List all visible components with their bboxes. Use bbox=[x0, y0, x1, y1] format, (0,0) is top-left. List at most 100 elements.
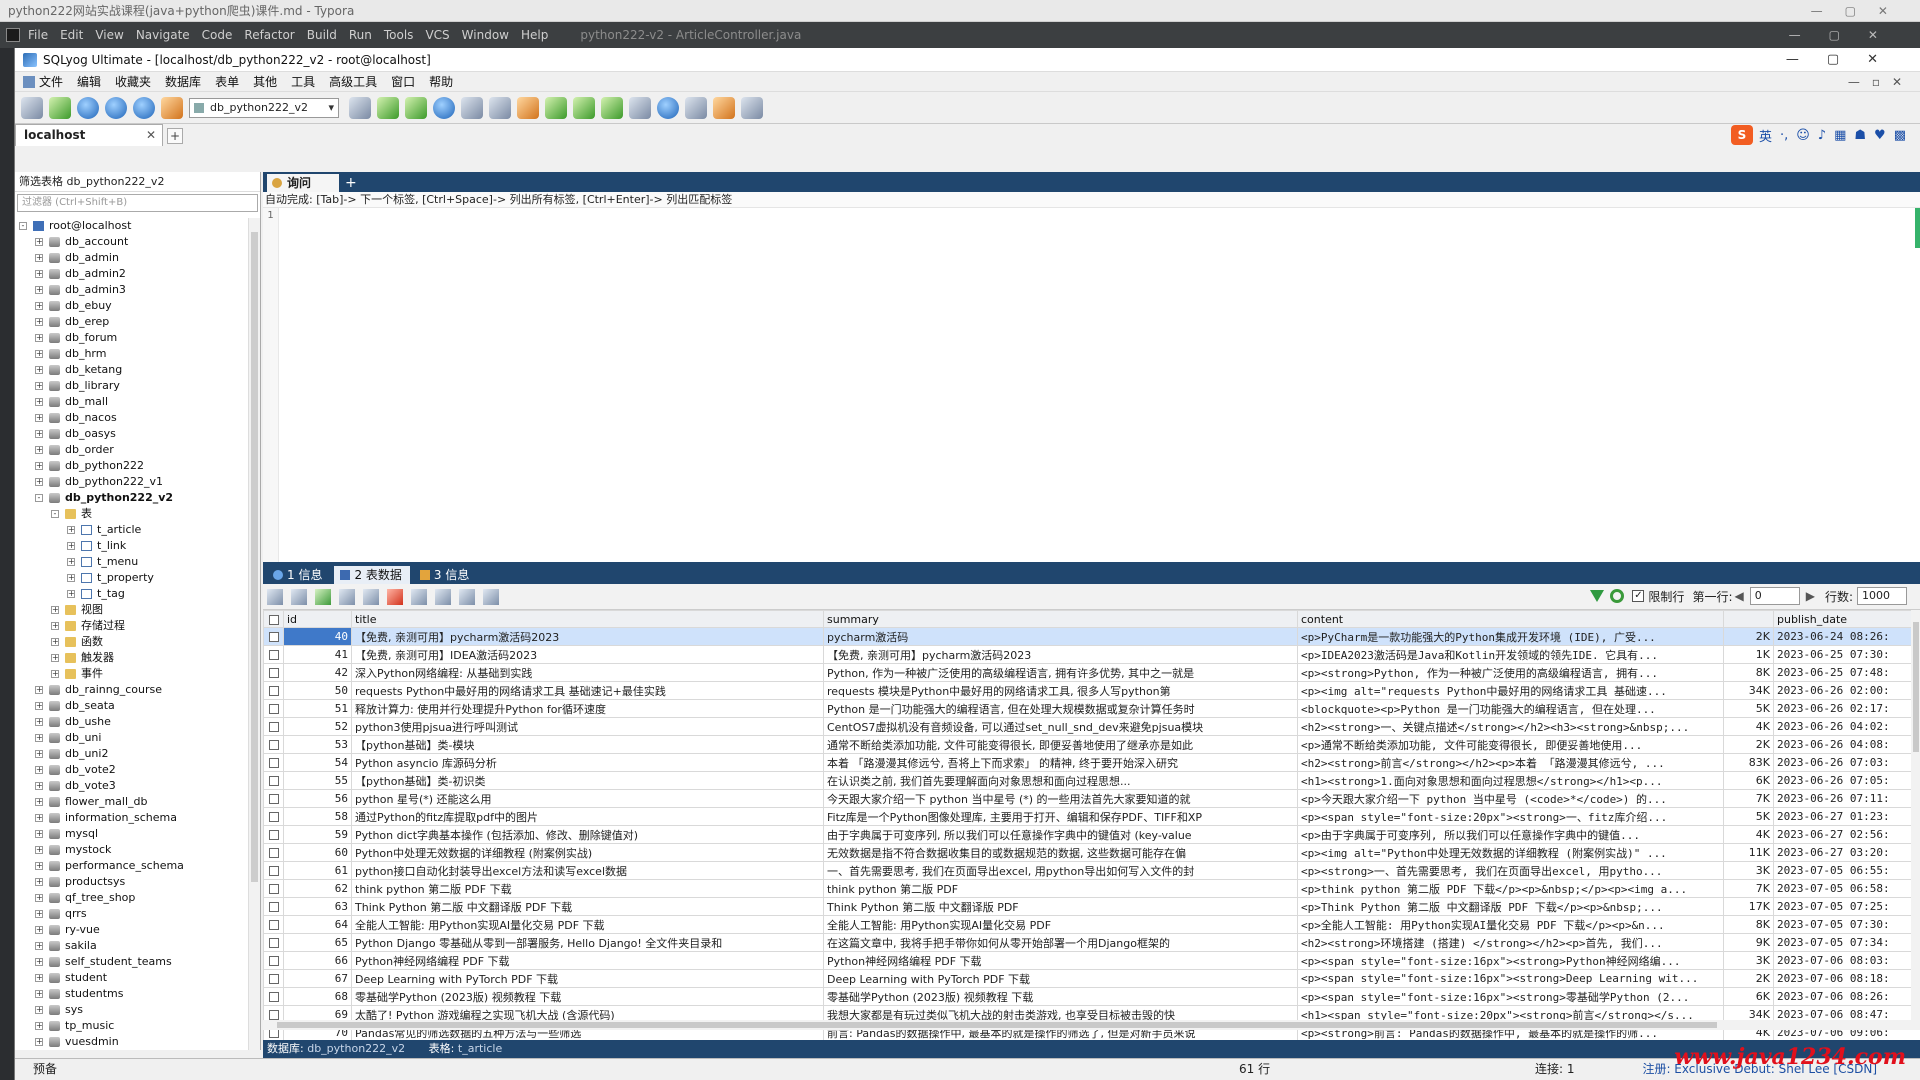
expand-icon[interactable]: + bbox=[35, 286, 43, 294]
cell-size[interactable]: 2K bbox=[1723, 969, 1774, 988]
cell-size[interactable]: 5K bbox=[1723, 699, 1774, 718]
expand-icon[interactable]: + bbox=[51, 622, 59, 630]
row-checkbox[interactable] bbox=[263, 717, 284, 736]
expand-icon[interactable]: + bbox=[35, 894, 43, 902]
cell-size[interactable]: 6K bbox=[1723, 987, 1774, 1006]
row-checkbox[interactable] bbox=[263, 771, 284, 790]
cell-content[interactable]: <p>PyCharm是一款功能强大的Python集成开发环境 (IDE), 广受… bbox=[1297, 627, 1724, 646]
cell-id[interactable]: 51 bbox=[283, 699, 352, 718]
idea-menu-view[interactable]: View bbox=[95, 28, 123, 42]
tree-node[interactable]: + 视图 bbox=[15, 602, 248, 618]
tree-node[interactable]: + db_hrm bbox=[15, 346, 248, 362]
table-row[interactable]: 60 Python中处理无效数据的详细教程 (附案例实战) 无效数据是指不符合数据收… bbox=[263, 843, 1920, 862]
cell-id[interactable]: 53 bbox=[283, 735, 352, 754]
cell-title[interactable]: Python神经网络编程 PDF 下载 bbox=[351, 951, 824, 970]
scheduler-icon[interactable] bbox=[629, 96, 651, 119]
cell-summary[interactable]: 【免费, 亲测可用】pycharm激活码2023 bbox=[823, 645, 1298, 664]
cell-summary[interactable]: 全能人工智能: 用Python实现AI量化交易 PDF bbox=[823, 915, 1298, 934]
cell-summary[interactable]: 一、首先需要思考, 我们在页面导出excel, 用python导出如何写入文件的… bbox=[823, 861, 1298, 880]
row-checkbox[interactable] bbox=[263, 645, 284, 664]
cell-content[interactable]: <h1><strong>1.面向对象思想和面向过程思想</strong></h1… bbox=[1297, 771, 1724, 790]
ime-lang-icon[interactable]: 英 bbox=[1759, 126, 1772, 145]
tab-query[interactable]: 询问 bbox=[267, 174, 339, 192]
expand-icon[interactable]: + bbox=[35, 366, 43, 374]
cell-publish-date[interactable]: 2023-07-06 08:18: bbox=[1773, 969, 1920, 988]
cell-publish-date[interactable]: 2023-06-27 03:20: bbox=[1773, 843, 1920, 862]
row-checkbox[interactable] bbox=[263, 879, 284, 898]
expand-icon[interactable]: + bbox=[35, 1038, 43, 1046]
expand-icon[interactable]: + bbox=[35, 462, 43, 470]
tree-node[interactable]: -表 bbox=[15, 506, 248, 522]
expand-icon[interactable]: + bbox=[51, 606, 59, 614]
cell-content[interactable]: <p><strong>Python, 作为一种被广泛使用的高级编程语言, 拥有.… bbox=[1297, 663, 1724, 682]
cell-publish-date[interactable]: 2023-07-06 08:26: bbox=[1773, 987, 1920, 1006]
tree-node[interactable]: + t_article bbox=[15, 522, 248, 538]
tree-node[interactable]: + ry-vue bbox=[15, 922, 248, 938]
collapse-icon[interactable]: - bbox=[35, 494, 43, 502]
cell-summary[interactable]: pycharm激活码 bbox=[823, 627, 1298, 646]
tree-node[interactable]: + vuesdmin bbox=[15, 1034, 248, 1050]
table-row[interactable]: 55 【python基础】类-初识类 在认识类之前, 我们首先要理解面向对象思想和面… bbox=[263, 771, 1920, 790]
tree-node[interactable]: + 触发器 bbox=[15, 650, 248, 666]
row-checkbox[interactable] bbox=[263, 807, 284, 826]
database-select[interactable]: db_python222_v2 bbox=[189, 97, 339, 118]
menu-table[interactable]: 表单 bbox=[215, 73, 239, 90]
cell-title[interactable]: 通过Python的fitz库提取pdf中的图片 bbox=[351, 807, 824, 826]
cell-size[interactable]: 4K bbox=[1723, 825, 1774, 844]
table-row[interactable]: 67 Deep Learning with PyTorch PDF 下载 Deep … bbox=[263, 969, 1920, 988]
cell-publish-date[interactable]: 2023-06-26 02:17: bbox=[1773, 699, 1920, 718]
cell-id[interactable]: 40 bbox=[283, 627, 352, 646]
cell-title[interactable]: 【免费, 亲测可用】IDEA激活码2023 bbox=[351, 645, 824, 664]
grid-horizontal-scrollbar[interactable] bbox=[263, 1020, 1920, 1030]
cell-size[interactable]: 17K bbox=[1723, 897, 1774, 916]
row-checkbox[interactable] bbox=[263, 987, 284, 1006]
row-checkbox[interactable] bbox=[263, 915, 284, 934]
ime-emoji-icon[interactable]: ☺ bbox=[1796, 128, 1810, 143]
cell-summary[interactable]: Python 是一门功能强大的编程语言, 但在处理大规模数据或复杂计算任务时 bbox=[823, 699, 1298, 718]
cell-size[interactable]: 83K bbox=[1723, 753, 1774, 772]
cell-publish-date[interactable]: 2023-07-05 07:30: bbox=[1773, 915, 1920, 934]
tab-result-info-3[interactable]: 3 信息 bbox=[414, 566, 477, 584]
cell-size[interactable]: 7K bbox=[1723, 789, 1774, 808]
table-row[interactable]: 54 Python asyncio 库源码分析 本着 「路漫漫其修远兮, 吾将上下而… bbox=[263, 753, 1920, 772]
column-header-summary[interactable]: summary bbox=[823, 610, 1298, 628]
expand-icon[interactable]: + bbox=[35, 718, 43, 726]
idea-menu-file[interactable]: File bbox=[28, 28, 48, 42]
tree-node[interactable]: + flower_mall_db bbox=[15, 794, 248, 810]
idea-menu-vcs[interactable]: VCS bbox=[425, 28, 449, 42]
cell-content[interactable]: <p>今天跟大家介绍一下 python 当中星号 (<code>*</code>… bbox=[1297, 789, 1724, 808]
cell-summary[interactable]: think python 第二版 PDF bbox=[823, 879, 1298, 898]
cell-publish-date[interactable]: 2023-07-05 07:25: bbox=[1773, 897, 1920, 916]
execute-all-icon[interactable] bbox=[105, 96, 127, 119]
expand-icon[interactable]: + bbox=[51, 654, 59, 662]
cell-title[interactable]: Python dict字典基本操作 (包括添加、修改、删除键值对) bbox=[351, 825, 824, 844]
cell-id[interactable]: 68 bbox=[283, 987, 352, 1006]
stop-icon[interactable] bbox=[161, 96, 183, 119]
cell-title[interactable]: 【python基础】类-模块 bbox=[351, 735, 824, 754]
table-row[interactable]: 56 python 星号(*) 还能这么用 今天跟大家介绍一下 python 当中星… bbox=[263, 789, 1920, 808]
ime-user-icon[interactable]: ☗ bbox=[1854, 128, 1866, 143]
cell-id[interactable]: 63 bbox=[283, 897, 352, 916]
cell-summary[interactable]: 由于字典属于可变序列, 所以我们可以任意操作字典中的键值对 (key-value bbox=[823, 825, 1298, 844]
idea-menu-help[interactable]: Help bbox=[521, 28, 548, 42]
menu-help[interactable]: 帮助 bbox=[429, 73, 453, 90]
cell-id[interactable]: 61 bbox=[283, 861, 352, 880]
schema-sync-icon[interactable] bbox=[573, 96, 595, 119]
column-header-publish-date[interactable]: publish_date bbox=[1773, 610, 1920, 628]
expand-icon[interactable]: + bbox=[67, 558, 75, 566]
form-mode-icon[interactable] bbox=[459, 588, 475, 605]
cell-size[interactable]: 8K bbox=[1723, 915, 1774, 934]
row-checkbox[interactable] bbox=[263, 933, 284, 952]
expand-icon[interactable]: + bbox=[35, 382, 43, 390]
cell-content[interactable]: <p>全能人工智能: 用Python实现AI量化交易 PDF 下载</p><p>… bbox=[1297, 915, 1724, 934]
cell-size[interactable]: 9K bbox=[1723, 933, 1774, 952]
cell-publish-date[interactable]: 2023-06-26 04:08: bbox=[1773, 735, 1920, 754]
idea-menu-run[interactable]: Run bbox=[349, 28, 372, 42]
row-checkbox[interactable] bbox=[263, 825, 284, 844]
idea-menu-navigate[interactable]: Navigate bbox=[136, 28, 190, 42]
cell-publish-date[interactable]: 2023-07-05 07:34: bbox=[1773, 933, 1920, 952]
cell-size[interactable]: 4K bbox=[1723, 717, 1774, 736]
grid-mode-icon[interactable] bbox=[435, 588, 451, 605]
cell-id[interactable]: 54 bbox=[283, 753, 352, 772]
tree-node[interactable]: + db_ketang bbox=[15, 362, 248, 378]
